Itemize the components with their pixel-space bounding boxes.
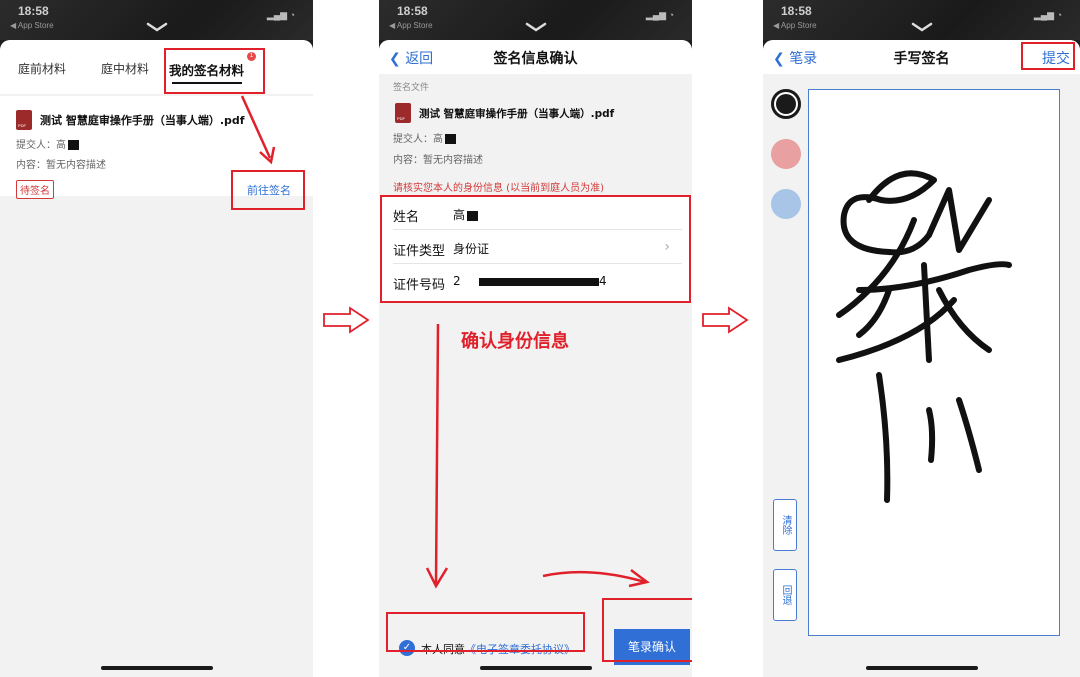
annotation-arrow [425, 323, 449, 589]
home-indicator [865, 666, 978, 670]
home-indicator [100, 666, 213, 670]
annotation-arrow [542, 569, 650, 588]
undo-button[interactable]: 回退 [773, 569, 797, 621]
content-desc: 内容：暂无内容描述 [16, 160, 106, 171]
phone-screen-confirm: 18:58 ◀ App Store ▂▄▆ ◔ ❮ 返回 签名信息确认 签名文件… [379, 0, 692, 677]
status-time: 18:58 [781, 4, 812, 18]
status-badge: 待签名 [16, 180, 54, 199]
chevron-down-icon[interactable] [525, 22, 547, 32]
submitter: 提交人：高 [393, 130, 456, 145]
pdf-file-icon [395, 103, 411, 123]
verify-hint: 请核实您本人的身份信息 (以当前到庭人员为准) [393, 183, 604, 194]
file-name: 测试 智慧庭审操作手册（当事人端）.pdf [40, 114, 245, 127]
highlight-submit-box [1021, 42, 1075, 70]
highlight-agree-box [386, 612, 585, 652]
chevron-down-icon[interactable] [911, 22, 933, 32]
signal-icon: ▂▄▆ ◔ [645, 10, 674, 20]
sheet: ❮ 笔录 手写签名 提交 清除 回退 [763, 40, 1080, 677]
redaction-mask [68, 140, 79, 150]
status-bar: 18:58 ◀ App Store ▂▄▆ ◔ [763, 0, 1080, 40]
annotation-arrow [240, 95, 276, 165]
chevron-down-icon[interactable] [146, 22, 168, 32]
status-bar: 18:58 ◀ App Store ▂▄▆ ◔ [0, 0, 313, 40]
pdf-file-icon [16, 110, 32, 130]
annotation-label: 确认身份信息 [461, 331, 569, 352]
back-to-app-store[interactable]: ◀ App Store [389, 21, 433, 30]
content-desc: 内容：暂无内容描述 [393, 155, 483, 166]
color-red[interactable] [771, 139, 801, 169]
step-arrow-icon [323, 306, 370, 334]
highlight-confirm-box [602, 598, 692, 662]
status-time: 18:58 [18, 4, 49, 18]
submitter-label: 提交人：高 [393, 134, 443, 145]
home-indicator [479, 666, 592, 670]
handwritten-signature [836, 170, 1012, 503]
file-name: 测试 智慧庭审操作手册（当事人端）.pdf [419, 108, 615, 120]
redaction-mask [445, 134, 456, 144]
section-label: 签名文件 [393, 83, 430, 93]
submitter-label: 提交人：高 [16, 140, 66, 151]
tab-pretrial[interactable]: 庭前材料 [18, 60, 66, 77]
step-arrow-icon [702, 306, 749, 334]
tab-bar: 庭前材料 庭中材料 我的签名材料 1 [0, 40, 313, 94]
signal-icon: ▂▄▆ ◔ [1033, 10, 1062, 20]
back-to-app-store[interactable]: ◀ App Store [10, 21, 54, 30]
back-to-app-store[interactable]: ◀ App Store [773, 21, 817, 30]
tutorial-stage: 18:58 ◀ App Store ▂▄▆ ◔ 庭前材料 庭中材料 我的签名材料… [0, 0, 1080, 677]
status-bar: 18:58 ◀ App Store ▂▄▆ ◔ [379, 0, 692, 40]
highlight-go-sign-box [231, 170, 305, 210]
signature-canvas[interactable] [808, 89, 1060, 636]
nav-bar: ❮ 返回 签名信息确认 [379, 40, 692, 74]
page-title: 签名信息确认 [493, 51, 578, 67]
color-black-selected[interactable] [771, 89, 801, 119]
clear-button[interactable]: 清除 [773, 499, 797, 551]
highlight-form-box [380, 195, 691, 303]
phone-screen-materials: 18:58 ◀ App Store ▂▄▆ ◔ 庭前材料 庭中材料 我的签名材料… [0, 0, 313, 677]
signal-icon: ▂▄▆ ◔ [266, 10, 295, 20]
phone-screen-signature: 18:58 ◀ App Store ▂▄▆ ◔ ❮ 笔录 手写签名 提交 清除 … [763, 0, 1080, 677]
tab-intrial[interactable]: 庭中材料 [101, 60, 149, 77]
status-time: 18:58 [397, 4, 428, 18]
signature-panel: 清除 回退 [763, 74, 1080, 677]
submitter: 提交人：高 [16, 136, 79, 151]
highlight-tab-box [164, 48, 265, 94]
color-blue[interactable] [771, 189, 801, 219]
